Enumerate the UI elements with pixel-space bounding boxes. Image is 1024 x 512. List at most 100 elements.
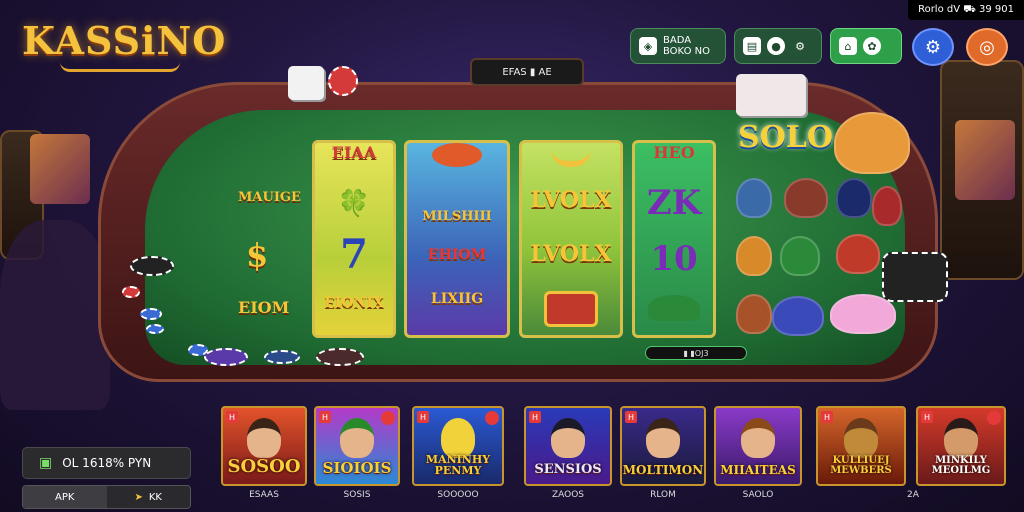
k-label: KK <box>148 491 162 503</box>
table-status-bar: ▮ ▮OJ3 <box>645 346 747 360</box>
reel-4-symbol-hat <box>648 295 700 321</box>
character-portrait <box>836 178 872 218</box>
background-machine-screen-right <box>955 120 1015 200</box>
apk-button[interactable]: APK <box>23 486 107 508</box>
promo-button-label: BADA BOKO NO <box>663 35 710 57</box>
game-card-art <box>340 418 374 458</box>
k-button[interactable]: ➤ KK <box>106 486 190 508</box>
reel-3[interactable]: LVOLX LVOLX <box>519 140 623 338</box>
chip <box>264 350 300 364</box>
reel-2[interactable]: MILSHIII EHIOM LIXIIG <box>404 140 510 338</box>
game-card-art <box>646 418 680 458</box>
reel-2-symbol-top <box>432 143 482 167</box>
game-card[interactable]: H SENSIOS <box>524 406 612 486</box>
reel-4-symbol-zk: ZK <box>646 183 702 223</box>
game-card-subtitle: SOSIS <box>343 490 371 500</box>
game-card[interactable]: H KULLIUEJ MEWBERS <box>816 406 906 486</box>
reel-3-symbol-mid: LVOLX <box>530 241 612 267</box>
reel-2-symbol-mid: EHIOM <box>427 247 487 263</box>
wallet-panel[interactable]: ▣ OL 1618% PYN <box>22 447 191 479</box>
reel-3-symbol-top: LVOLX <box>530 187 612 213</box>
balance-readout: Rorlo dV ⛟ 39 901 <box>908 0 1024 20</box>
chip <box>122 286 140 298</box>
game-card-subtitle: SOOOOO <box>437 490 479 500</box>
solo-title: SOLO <box>738 120 834 155</box>
reel-4[interactable]: HEO ZK 10 <box>632 140 716 338</box>
hot-badge: H <box>821 411 833 423</box>
dog-mascot <box>834 112 910 174</box>
game-card-title: MOLTIMON <box>622 463 704 477</box>
gear-icon: ⚙ <box>924 36 942 58</box>
reel-1-symbol-top: EIAA <box>331 143 377 162</box>
game-card-title: MINKILY MEOILMG <box>931 455 991 476</box>
reel-2-symbol-cat: MILSHIII <box>422 209 492 224</box>
reel-1-symbol-bottom: EIONIX <box>324 295 384 311</box>
game-card-subtitle: 2A <box>907 490 919 500</box>
chip-stack <box>328 66 358 96</box>
gift-icon: ✿ <box>863 37 881 55</box>
character-portrait <box>772 296 824 336</box>
promo-button[interactable]: ◈ BADA BOKO NO <box>630 28 726 64</box>
hot-badge: H <box>921 411 933 423</box>
hot-badge: H <box>625 411 637 423</box>
reel-4-symbol-ten: 10 <box>650 239 698 279</box>
background-machine-screen-left <box>30 134 90 204</box>
shop-icon: ⌂ <box>839 37 857 55</box>
game-card-title: KULLIUEJ MEWBERS <box>830 455 892 476</box>
reel-3-symbol-banana <box>551 149 591 167</box>
chip <box>204 348 248 366</box>
game-card-title: MIIAITEAS <box>720 463 796 477</box>
logo-swirl <box>60 62 180 72</box>
hot-badge: H <box>226 411 238 423</box>
character-portrait <box>736 236 772 276</box>
favorite-icon <box>381 411 395 425</box>
game-card-title: SIOIOIS <box>322 459 392 477</box>
chip <box>316 348 364 366</box>
game-card-art <box>551 418 585 458</box>
reel-2-symbol-bottom: LIXIIG <box>430 291 484 307</box>
game-card[interactable]: H MANINHY PENMY <box>412 406 504 486</box>
game-card-art <box>944 418 978 458</box>
game-card-subtitle: ESAAS <box>249 490 279 500</box>
wallet-label: OL 1618% PYN <box>62 456 152 470</box>
chip-stack <box>882 252 948 302</box>
character-portrait <box>836 234 880 274</box>
character-portrait <box>736 178 772 218</box>
game-card-subtitle: RLOM <box>650 490 676 500</box>
game-card-title: MANINHY PENMY <box>425 453 491 477</box>
download-buttons: APK ➤ KK <box>22 485 191 509</box>
game-card-art <box>247 418 281 458</box>
game-card[interactable]: MIIAITEAS <box>714 406 802 486</box>
game-card-title: SOSOO <box>227 456 301 477</box>
chat-button[interactable]: ▤ ● ⚙ <box>734 28 822 64</box>
game-card-title: SENSIOS <box>534 462 602 477</box>
tag-icon: ◈ <box>639 37 657 55</box>
dice <box>736 74 806 116</box>
settings-button[interactable]: ⚙ <box>912 28 954 66</box>
arrow-icon: ➤ <box>134 491 143 503</box>
shop-button[interactable]: ⌂ ✿ <box>830 28 902 64</box>
game-card[interactable]: H SOSOO <box>221 406 307 486</box>
support-icon: ● <box>767 37 785 55</box>
character-portrait <box>872 186 902 226</box>
background-crowd <box>0 220 110 410</box>
game-card[interactable]: H MOLTIMON <box>620 406 706 486</box>
game-card-art <box>741 418 775 458</box>
favorite-icon <box>485 411 499 425</box>
wallet-icon: ▣ <box>39 455 53 471</box>
hot-badge: H <box>529 411 541 423</box>
dice <box>288 66 324 100</box>
reel-1[interactable]: EIAA 🍀 7 EIONIX <box>312 140 396 338</box>
game-card-art <box>441 418 475 458</box>
kassino-logo[interactable]: KASSiNO <box>22 18 226 63</box>
table-display: EFAS ▮ AE <box>470 58 584 86</box>
chip <box>140 308 162 320</box>
apk-label: APK <box>55 491 75 503</box>
chip <box>130 256 174 276</box>
profile-button[interactable]: ◎ <box>966 28 1008 66</box>
game-card[interactable]: H SIOIOIS <box>314 406 400 486</box>
game-card-subtitle: SAOLO <box>742 490 774 500</box>
game-card[interactable]: H MINKILY MEOILMG <box>916 406 1006 486</box>
table-label-dollar: $ <box>246 236 269 274</box>
reel-3-symbol-treasure <box>544 291 598 327</box>
